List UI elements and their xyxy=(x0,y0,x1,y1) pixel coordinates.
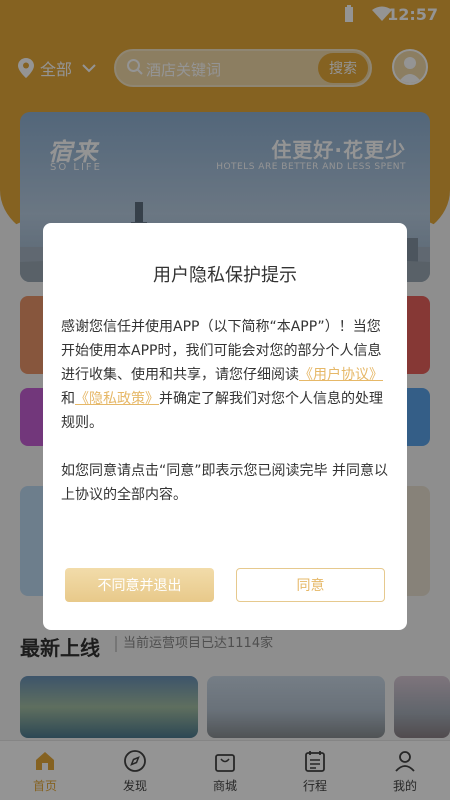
dialog-paragraph-1: 感谢您信任并使用APP（以下简称“本APP”）！当您开始使用本APP时，我们可能… xyxy=(61,315,391,435)
user-agreement-link[interactable]: 《用户协议》 xyxy=(299,367,383,383)
privacy-policy-link[interactable]: 《隐私政策》 xyxy=(75,391,159,407)
agree-button[interactable]: 同意 xyxy=(236,568,385,602)
dialog-body: 感谢您信任并使用APP（以下简称“本APP”）！当您开始使用本APP时，我们可能… xyxy=(61,315,391,531)
dialog-title: 用户隐私保护提示 xyxy=(153,265,297,286)
dialog-text: 和 xyxy=(61,391,75,407)
decline-exit-button[interactable]: 不同意并退出 xyxy=(65,568,214,602)
dialog-paragraph-2: 如您同意请点击“同意”即表示您已阅读完毕 并同意以上协议的全部内容。 xyxy=(61,463,388,503)
privacy-dialog: 用户隐私保护提示 感谢您信任并使用APP（以下简称“本APP”）！当您开始使用本… xyxy=(43,223,407,630)
